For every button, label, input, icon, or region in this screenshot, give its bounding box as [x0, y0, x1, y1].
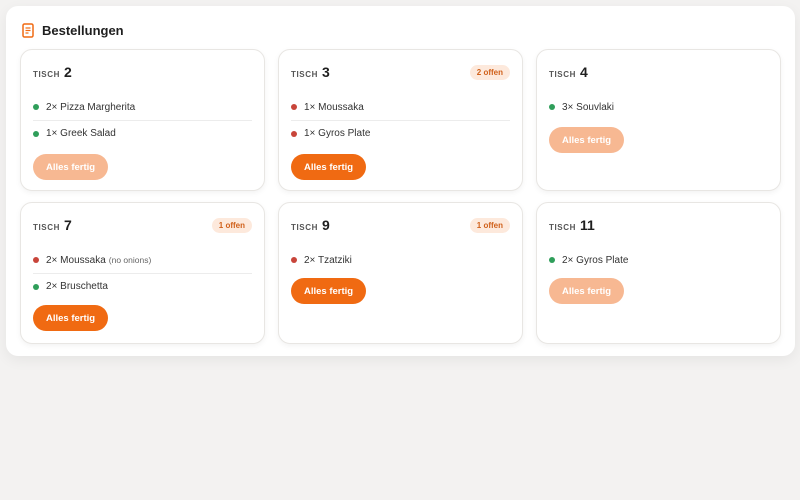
- table-label: TISCH: [33, 223, 60, 232]
- panel-header: Bestellungen: [22, 20, 124, 40]
- list-item: 2× Tzatziki: [291, 247, 510, 273]
- all-done-button[interactable]: Alles fertig: [549, 127, 625, 153]
- orders-panel: Bestellungen TISCH 2 2× Pizza Margherita…: [6, 6, 795, 356]
- list-item: 1× Gyros Plate: [291, 120, 510, 146]
- all-done-button[interactable]: Alles fertig: [291, 278, 367, 304]
- item-text: 2× Gyros Plate: [562, 254, 629, 266]
- card-header: TISCH 4: [549, 64, 768, 82]
- table-number: 2: [64, 64, 72, 80]
- open-count-badge: 1 offen: [469, 218, 510, 233]
- list-item: 1× Moussaka: [291, 94, 510, 120]
- item-text: 2× Tzatziki: [304, 254, 352, 266]
- table-label: TISCH: [33, 70, 60, 79]
- status-open-icon: [291, 257, 297, 263]
- item-text: 1× Greek Salad: [46, 128, 116, 139]
- all-done-button[interactable]: Alles fertig: [549, 278, 625, 304]
- order-card-table-3: TISCH 3 2 offen 1× Moussaka 1× Gyros Pla…: [278, 49, 523, 191]
- panel-title: Bestellungen: [42, 22, 124, 38]
- status-done-icon: [33, 283, 39, 290]
- status-open-icon: [291, 104, 297, 110]
- list-item: 2× Gyros Plate: [549, 247, 768, 273]
- item-text: 2× Bruschetta: [46, 281, 108, 292]
- item-text: 1× Moussaka: [304, 101, 364, 113]
- status-open-icon: [33, 257, 39, 263]
- table-label: TISCH: [291, 70, 318, 79]
- table-number: 3: [322, 64, 330, 80]
- status-done-icon: [549, 257, 555, 263]
- open-count-badge: 1 offen: [211, 218, 252, 233]
- item-text: 3× Souvlaki: [562, 101, 614, 113]
- status-done-icon: [33, 104, 39, 110]
- list-item: 2× Pizza Margherita: [33, 94, 252, 120]
- table-label: TISCH: [549, 223, 576, 232]
- all-done-button[interactable]: Alles fertig: [291, 154, 367, 180]
- order-card-table-2: TISCH 2 2× Pizza Margherita 1× Greek Sal…: [20, 49, 265, 191]
- order-card-table-11: TISCH 11 2× Gyros Plate Alles fertig: [536, 202, 781, 344]
- item-list: 2× Moussaka (no onions) 2× Bruschetta: [33, 247, 252, 299]
- table-number: 7: [64, 217, 72, 233]
- table-number: 11: [580, 217, 595, 233]
- item-text: 2× Pizza Margherita: [46, 101, 136, 113]
- item-list: 2× Gyros Plate: [549, 247, 768, 273]
- status-done-icon: [33, 130, 39, 137]
- card-header: TISCH 2: [33, 64, 252, 82]
- order-card-table-7: TISCH 7 1 offen 2× Moussaka (no onions) …: [20, 202, 265, 344]
- list-item: 1× Greek Salad: [33, 120, 252, 146]
- receipt-icon: [22, 22, 34, 38]
- card-header: TISCH 11: [549, 217, 768, 235]
- order-card-table-4: TISCH 4 3× Souvlaki Alles fertig: [536, 49, 781, 191]
- item-text: 2× Moussaka: [46, 254, 106, 266]
- list-item: 3× Souvlaki: [549, 94, 768, 120]
- table-number: 4: [580, 64, 588, 80]
- orders-grid: TISCH 2 2× Pizza Margherita 1× Greek Sal…: [20, 49, 781, 344]
- list-item: 2× Moussaka (no onions): [33, 247, 252, 273]
- status-open-icon: [291, 130, 297, 137]
- all-done-button[interactable]: Alles fertig: [33, 305, 109, 331]
- item-list: 3× Souvlaki: [549, 94, 768, 120]
- item-list: 1× Moussaka 1× Gyros Plate: [291, 94, 510, 146]
- table-number: 9: [322, 217, 330, 233]
- table-label: TISCH: [291, 223, 318, 232]
- item-text: 1× Gyros Plate: [304, 128, 371, 139]
- table-label: TISCH: [549, 70, 576, 79]
- item-note: (no onions): [108, 255, 152, 265]
- item-list: 2× Tzatziki: [291, 247, 510, 273]
- status-done-icon: [549, 104, 555, 110]
- all-done-button[interactable]: Alles fertig: [33, 154, 109, 180]
- order-card-table-9: TISCH 9 1 offen 2× Tzatziki Alles fertig: [278, 202, 523, 344]
- list-item: 2× Bruschetta: [33, 273, 252, 299]
- item-list: 2× Pizza Margherita 1× Greek Salad: [33, 94, 252, 146]
- open-count-badge: 2 offen: [469, 65, 510, 80]
